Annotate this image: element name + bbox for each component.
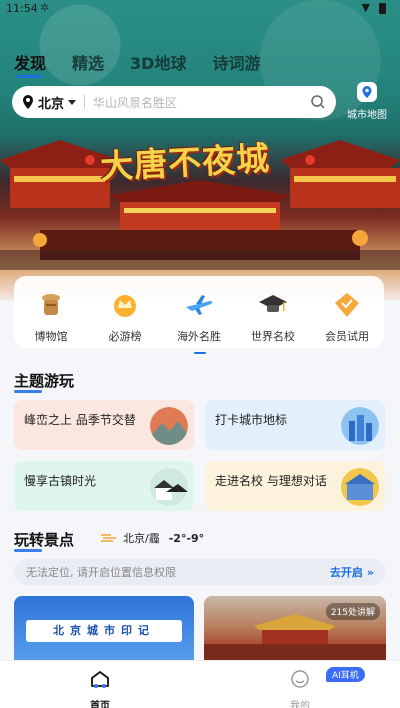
museum-icon (42, 294, 60, 315)
chevron-down-icon[interactable] (68, 99, 77, 105)
category-museum[interactable]: 博物馆 (19, 290, 83, 348)
category-label: 世界名校 (251, 330, 295, 343)
nav-profile[interactable]: 我的 AI耳机 (200, 661, 400, 708)
tab-featured[interactable]: 精选 (72, 50, 104, 74)
status-bar: 11:54 ✲ ▼ (0, 0, 400, 18)
status-time: 11:54 (6, 2, 38, 15)
scenic-card-title: 北京城市印记 (26, 620, 182, 642)
vip-icon (335, 293, 359, 317)
theme-card-label: 打卡城市地标 (215, 413, 288, 427)
divider (84, 95, 86, 109)
category-label: 会员试用 (325, 330, 369, 343)
battery-icon (379, 3, 386, 14)
profile-icon (291, 670, 309, 688)
skyline-thumbnail (341, 407, 379, 445)
top-tabs: 发现 精选 3D地球 诗词游 (14, 50, 286, 74)
scenic-section-title: 玩转景点 (14, 531, 75, 552)
audio-guide-count-badge: 215处讲解 (325, 603, 380, 620)
weather-temperature: -2°-9° (168, 531, 205, 545)
city-selector[interactable]: 北京 (38, 93, 64, 112)
city-map-button[interactable]: 城市地图 (344, 82, 390, 121)
graduation-cap-icon (259, 295, 287, 312)
hero-banner[interactable]: 11:54 ✲ ▼ 发现 精选 3D地球 诗词游 北京 华山风景名胜区 城市地图… (0, 0, 400, 300)
search-icon[interactable] (310, 94, 326, 110)
theme-card-mountains[interactable]: 峰峦之上 品季节交替 (14, 400, 194, 450)
banner-title: 大唐不夜城 (99, 138, 272, 187)
tab-discover[interactable]: 发现 (14, 50, 46, 74)
theme-section-title: 主题游玩 (14, 372, 75, 393)
haze-icon (101, 534, 116, 542)
category-bar: 博物馆 必游榜 海外名胜 世界名校 会员试用 (14, 276, 384, 354)
theme-card-city-landmark[interactable]: 打卡城市地标 (205, 400, 385, 450)
crown-icon (114, 295, 136, 317)
category-must-visit[interactable]: 必游榜 (93, 290, 157, 348)
location-message: 无法定位, 请开启位置信息权限 (26, 566, 176, 579)
category-label: 海外名胜 (177, 330, 221, 343)
theme-card-universities[interactable]: 走进名校 与理想对话 (205, 461, 385, 511)
wifi-icon: ▼ (361, 1, 370, 14)
category-vip-trial[interactable]: 会员试用 (315, 290, 379, 348)
weather-info: 北京/霾 -2°-9° (100, 530, 204, 546)
location-permission-bar[interactable]: 无法定位, 请开启位置信息权限 去开启 » (14, 559, 386, 585)
location-pin-icon (23, 95, 33, 109)
nav-label: 首页 (90, 701, 110, 708)
search-input[interactable]: 华山风景名胜区 (93, 94, 310, 111)
home-car-icon (91, 670, 109, 688)
scenic-card-forbidden-city[interactable]: 215处讲解 (204, 596, 386, 666)
theme-card-label: 慢享古镇时光 (24, 474, 97, 488)
ai-earphone-badge: AI耳机 (326, 667, 365, 682)
tab-poetry-tour[interactable]: 诗词游 (212, 50, 260, 74)
search-bar[interactable]: 北京 华山风景名胜区 (12, 86, 336, 118)
nav-label: 我的 (290, 701, 310, 708)
double-chevron-right-icon: » (366, 565, 374, 579)
settings-status-icon: ✲ (40, 1, 50, 14)
campus-thumbnail (341, 468, 379, 506)
theme-card-ancient-town[interactable]: 慢享古镇时光 (14, 461, 194, 511)
theme-card-label: 峰峦之上 品季节交替 (24, 413, 136, 427)
enable-location-link[interactable]: 去开启 (330, 564, 363, 580)
mountain-thumbnail (150, 407, 188, 445)
airplane-icon (186, 295, 213, 315)
category-overseas[interactable]: 海外名胜 (167, 290, 231, 354)
tab-3d-earth[interactable]: 3D地球 (130, 50, 186, 74)
scenic-card-beijing-imprint[interactable]: 北京城市印记 (14, 596, 194, 666)
category-world-universities[interactable]: 世界名校 (241, 290, 305, 348)
weather-location: 北京/霾 (123, 532, 160, 545)
category-label: 必游榜 (108, 330, 142, 343)
category-label: 博物馆 (34, 330, 68, 343)
map-pin-icon (357, 82, 377, 102)
bottom-nav: 首页 我的 AI耳机 (0, 660, 400, 708)
nav-home[interactable]: 首页 (0, 661, 200, 708)
city-map-label: 城市地图 (347, 110, 387, 121)
ancient-town-thumbnail (150, 468, 188, 506)
theme-card-label: 走进名校 与理想对话 (215, 474, 327, 488)
